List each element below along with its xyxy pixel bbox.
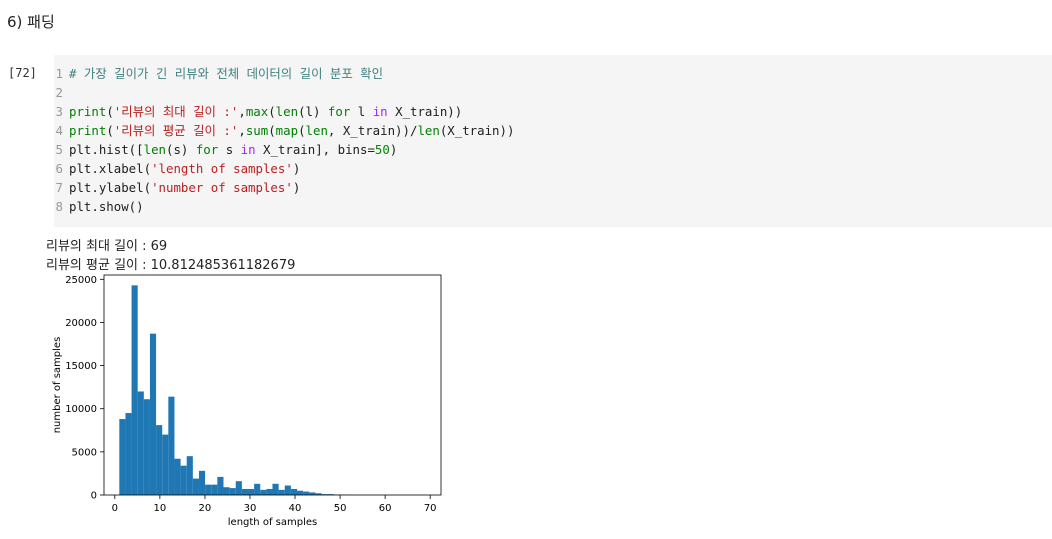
histogram-chart: 0 10 20 30 40 50 60 70 0 5000 10000 15000 20000 25000…	[52, 274, 442, 528]
histogram-bar	[174, 458, 181, 495]
x-tick-label: 60	[379, 503, 392, 514]
x-tick-label: 50	[334, 503, 347, 514]
histogram-bar	[284, 485, 291, 495]
y-tick-label: 0	[91, 491, 97, 502]
histogram-bar	[186, 456, 193, 495]
y-axis-label: number of samples	[52, 337, 63, 434]
x-axis-label: length of samples	[228, 517, 317, 528]
y-tick-label: 20000	[65, 318, 97, 329]
histogram-bar	[156, 425, 163, 495]
histogram-bar	[260, 489, 267, 495]
histogram-bar	[290, 488, 298, 495]
histogram-bar	[180, 465, 187, 495]
histogram-bar	[168, 396, 175, 495]
y-tick-label: 25000	[65, 275, 97, 286]
x-tick-label: 30	[244, 503, 257, 514]
histogram-bar	[143, 399, 150, 495]
x-tick-label: 10	[153, 503, 166, 514]
histogram-bar	[137, 391, 144, 495]
histogram-bar	[303, 491, 310, 495]
y-tick-label: 10000	[65, 404, 97, 415]
histogram-bar	[229, 488, 236, 495]
x-tick-label: 0	[112, 503, 118, 514]
x-tick-label: 40	[289, 503, 302, 514]
histogram-bar	[266, 488, 273, 495]
x-tick-label: 20	[199, 503, 212, 514]
histogram-bar	[223, 487, 230, 495]
histogram-bar	[211, 484, 218, 495]
histogram-bar	[272, 483, 279, 495]
histogram-bar	[162, 434, 169, 495]
histogram-bar	[278, 489, 285, 495]
histogram-bar	[119, 419, 126, 495]
histogram-bar	[131, 285, 138, 495]
histogram-bar	[254, 483, 261, 495]
histogram-bar	[149, 333, 157, 495]
histogram-bar	[217, 476, 224, 495]
histogram-bar	[198, 470, 206, 495]
x-tick-label: 70	[424, 503, 437, 514]
histogram-bar	[247, 488, 255, 495]
histogram-bar	[205, 484, 212, 495]
histogram-bar	[235, 481, 242, 495]
histogram-bar	[241, 488, 248, 495]
histogram-bar	[192, 478, 199, 495]
y-tick-label: 15000	[65, 361, 97, 372]
histogram-bar	[297, 490, 304, 495]
histogram-bar	[125, 413, 132, 495]
y-tick-label: 5000	[72, 447, 97, 458]
